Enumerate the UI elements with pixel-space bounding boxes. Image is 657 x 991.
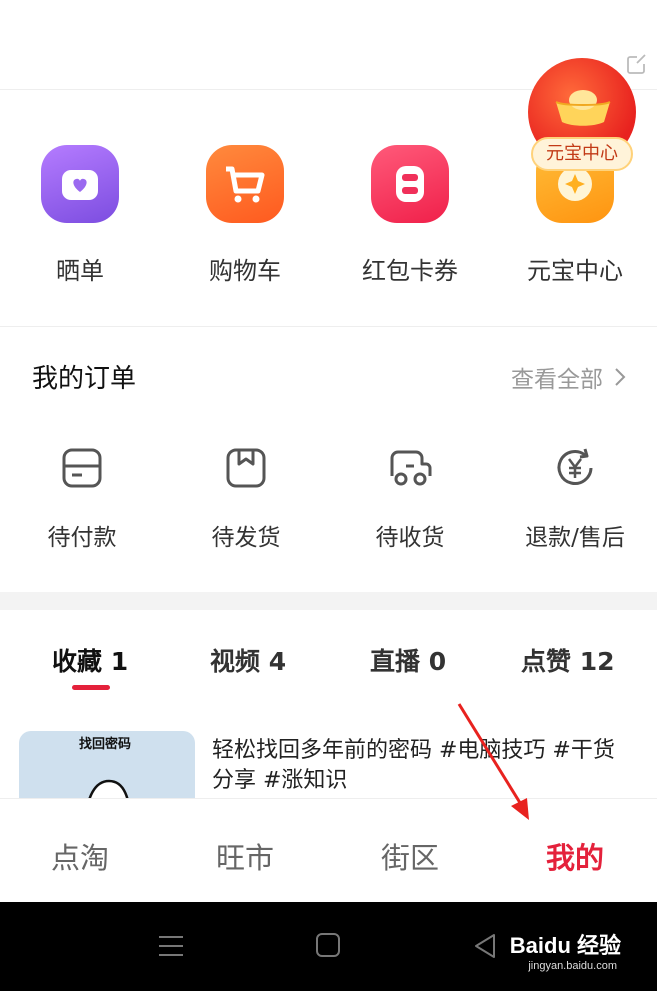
tabbar-diantao[interactable]: 点淘 (20, 835, 140, 877)
tab-likes[interactable]: 点赞 12 (521, 642, 615, 678)
view-all-label: 查看全部 (511, 367, 603, 393)
tabbar-wangshi[interactable]: 旺市 (185, 835, 305, 877)
quick-label-cart: 购物车 (209, 257, 281, 285)
tabbar-mine[interactable]: 我的 (515, 835, 635, 877)
quick-label-coupon: 红包卡券 (362, 257, 458, 285)
coupon-icon (371, 145, 449, 223)
quick-cart[interactable]: 购物车 (175, 145, 315, 286)
content-tabs: 收藏 1 视频 4 直播 0 点赞 12 (0, 610, 657, 706)
tabbar-jiequ[interactable]: 街区 (350, 835, 470, 877)
section-divider (0, 592, 657, 610)
order-refund-after-sales[interactable]: 退款/售后 (493, 444, 657, 552)
system-nav-bar: Baidu 经验 jingyan.baidu.com (0, 902, 657, 991)
gold-ingot-icon (555, 90, 611, 126)
order-label-pending-payment: 待付款 (47, 525, 117, 551)
list-item[interactable]: 找回密码 轻松找回多年前的密码 #电脑技巧 #干货分享 #涨知识 (0, 706, 657, 798)
order-pending-receipt[interactable]: 待收货 (328, 444, 492, 552)
home-icon[interactable] (315, 932, 341, 958)
cart-icon (206, 145, 284, 223)
my-orders-section: 我的订单 查看全部 待付款 待发货 待收货 退款/售后 (0, 328, 657, 592)
watermark-url: jingyan.baidu.com (528, 960, 617, 972)
share-order-icon (41, 145, 119, 223)
ingot-badge-label: 元宝中心 (531, 137, 633, 171)
tab-favorites[interactable]: 收藏 1 (52, 642, 128, 678)
feed-item-title: 轻松找回多年前的密码 #电脑技巧 #干货分享 #涨知识 (212, 738, 615, 793)
quick-label-ingot-center: 元宝中心 (527, 257, 623, 285)
quick-label-share-order: 晒单 (56, 257, 104, 285)
chevron-right-icon (615, 368, 626, 386)
cartoon-face-icon (88, 779, 129, 798)
wallet-icon (62, 448, 102, 488)
truck-icon (390, 450, 432, 486)
thumbnail-caption: 找回密码 (79, 737, 132, 752)
order-pending-payment[interactable]: 待付款 (0, 444, 164, 552)
order-label-refund: 退款/售后 (525, 525, 625, 551)
quick-coupon[interactable]: 红包卡券 (340, 145, 480, 286)
view-all-orders-link[interactable]: 查看全部 (511, 360, 627, 394)
menu-icon[interactable] (157, 932, 185, 960)
back-icon[interactable] (472, 932, 498, 960)
order-pending-shipment[interactable]: 待发货 (164, 444, 328, 552)
quick-share-order[interactable]: 晒单 (10, 145, 150, 286)
active-tab-indicator (72, 685, 110, 690)
ingot-center-float-badge[interactable]: 元宝中心 (528, 58, 638, 178)
tab-live[interactable]: 直播 0 (370, 642, 446, 678)
package-icon (226, 448, 266, 488)
order-label-pending-shipment: 待发货 (211, 525, 281, 551)
refund-icon (557, 448, 593, 485)
order-label-pending-receipt: 待收货 (375, 525, 445, 551)
orders-title: 我的订单 (32, 364, 137, 394)
bottom-tab-bar: 点淘 旺市 街区 我的 (0, 798, 657, 902)
video-thumbnail[interactable]: 找回密码 (19, 731, 195, 798)
watermark-logo: Baidu 经验 (509, 933, 621, 958)
tab-videos[interactable]: 视频 4 (210, 642, 286, 678)
